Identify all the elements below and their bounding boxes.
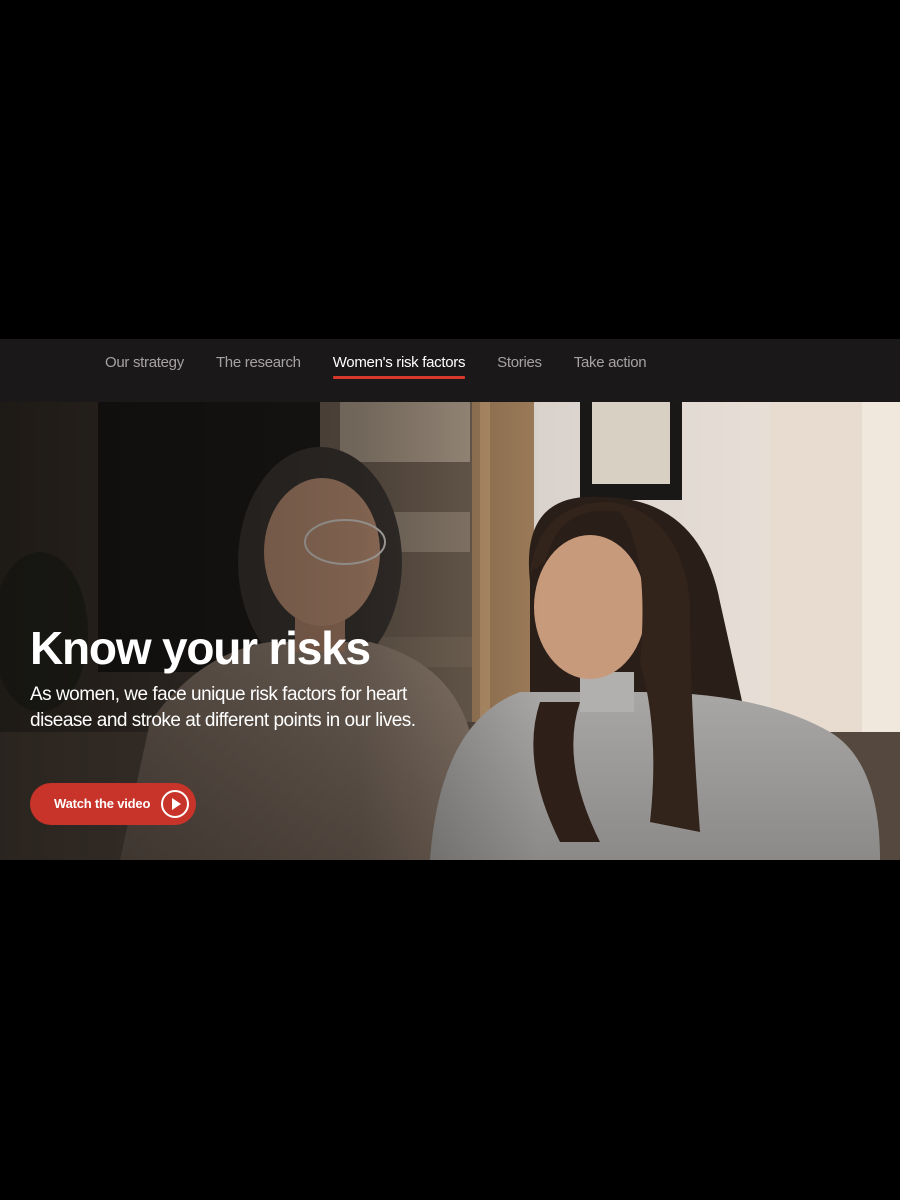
watch-video-label: Watch the video [54, 796, 151, 811]
section-subnav: Our strategy The research Women's risk f… [0, 339, 900, 402]
subnav-list: Our strategy The research Women's risk f… [105, 339, 678, 402]
page: Our strategy The research Women's risk f… [0, 0, 900, 1200]
subnav-item-womens-risk-factors[interactable]: Women's risk factors [332, 339, 466, 387]
subnav-item-the-research[interactable]: The research [216, 339, 301, 387]
subnav-item-take-action[interactable]: Take action [574, 339, 647, 387]
watch-video-button[interactable]: Watch the video [30, 783, 196, 825]
subnav-item-stories[interactable]: Stories [497, 339, 542, 387]
subnav-item-our-strategy[interactable]: Our strategy [105, 339, 184, 387]
hero-subtitle: As women, we face unique risk factors fo… [30, 684, 416, 731]
play-circle-icon [161, 790, 189, 818]
hero-banner: Know your risks As women, we face unique… [0, 402, 900, 860]
hero-title: Know your risks [30, 622, 371, 674]
